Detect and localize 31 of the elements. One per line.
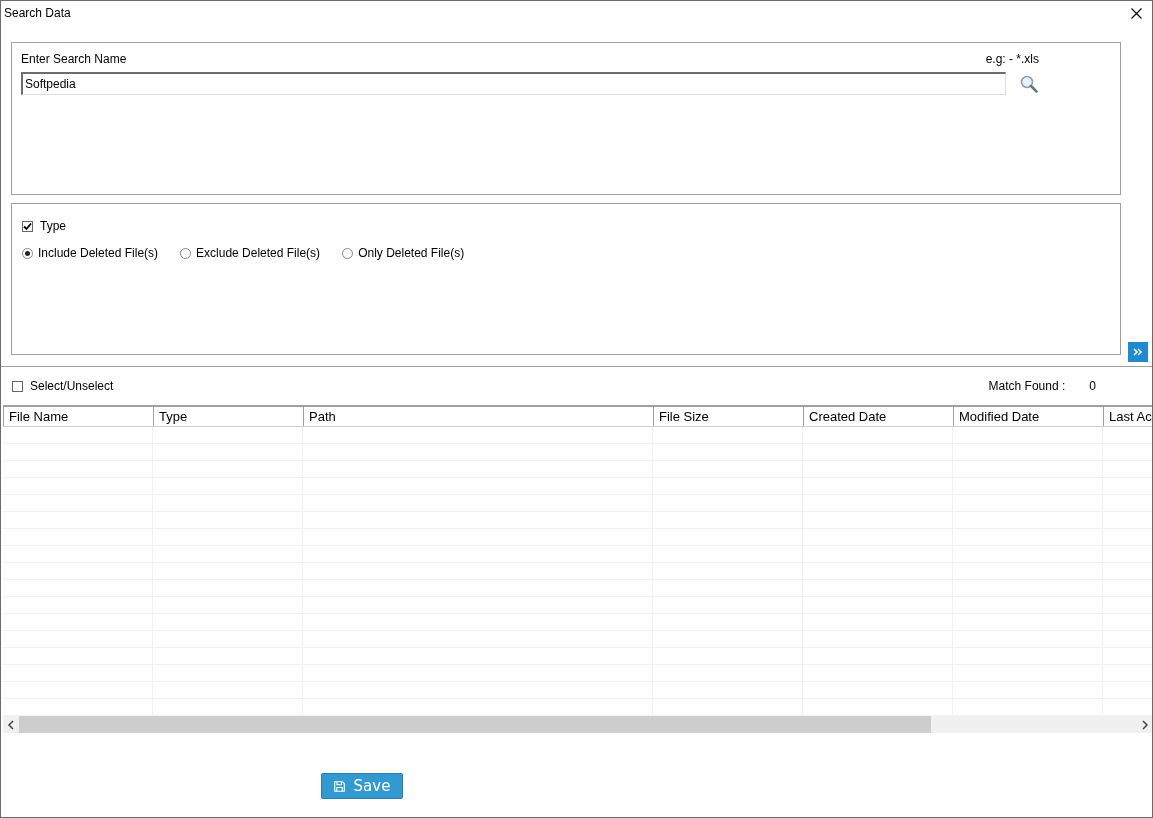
column-header[interactable]: Path	[309, 409, 336, 424]
radio-button[interactable]	[22, 247, 33, 259]
hint-text: e.g: - *.xls	[985, 52, 1039, 66]
radio-button[interactable]	[342, 247, 354, 259]
window-title: Search Data	[4, 6, 71, 20]
horizontal-scrollbar[interactable]	[3, 716, 1152, 733]
scroll-right-icon[interactable]	[1141, 719, 1149, 730]
type-label: Type	[40, 219, 66, 233]
double-chevron-icon	[1133, 348, 1143, 356]
search-field[interactable]: Softpedia	[21, 72, 1006, 95]
radio-button[interactable]	[180, 247, 192, 259]
radio-label: Exclude Deleted File(s)	[196, 246, 321, 260]
column-header[interactable]: File Name	[9, 409, 69, 424]
select-unselect-label: Select/Unselect	[30, 379, 114, 393]
radio-label: Only Deleted File(s)	[358, 246, 465, 260]
scrollbar-thumb[interactable]	[19, 716, 931, 733]
column-header[interactable]: Type	[159, 409, 188, 424]
column-header[interactable]: Last Ac	[1109, 409, 1152, 424]
select-checkbox[interactable]	[12, 380, 23, 392]
search-icon[interactable]	[1020, 74, 1038, 93]
type-checkbox[interactable]	[22, 220, 33, 232]
close-icon[interactable]	[1131, 7, 1142, 19]
search-label: Enter Search Name	[21, 52, 127, 66]
column-header[interactable]: Modified Date	[959, 409, 1040, 424]
column-header[interactable]: File Size	[659, 409, 709, 424]
radio-label: Include Deleted File(s)	[38, 246, 159, 260]
match-count: 0	[1089, 379, 1096, 393]
column-header[interactable]: Created Date	[809, 409, 887, 424]
expand-button[interactable]	[1128, 342, 1148, 362]
match-found-label: Match Found :	[988, 379, 1066, 393]
scroll-left-icon[interactable]	[7, 719, 15, 730]
